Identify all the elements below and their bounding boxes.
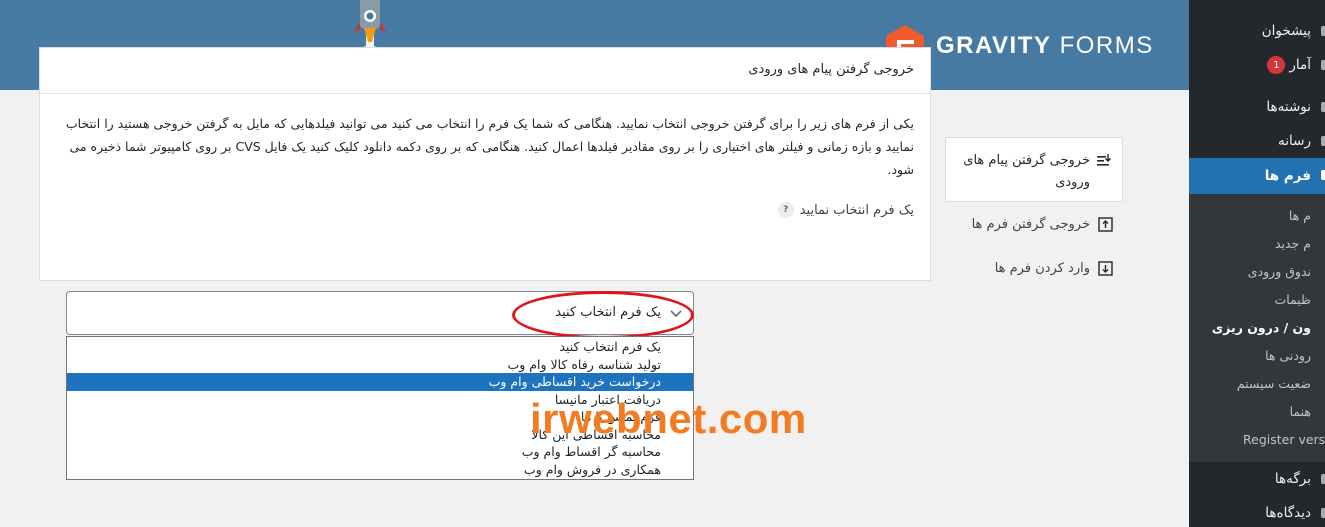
panel-title: خروجی گرفتن پیام های ورودی	[40, 48, 930, 94]
dropdown-option[interactable]: تولید شناسه رفاه کالا وام وب	[67, 356, 693, 374]
wp-menu-stats-label: آمار	[1289, 57, 1311, 73]
brand-light: FORMS	[1059, 32, 1154, 59]
import-forms-icon	[1098, 260, 1113, 276]
export-forms-icon	[1098, 216, 1113, 232]
wp-submenu-item[interactable]: م ها	[1189, 202, 1325, 230]
import-forms-label: وارد کردن فرم ها	[994, 260, 1090, 276]
side-nav-export-forms[interactable]: خروجی گرفتن فرم ها	[945, 202, 1123, 246]
side-nav-export-entries[interactable]: خروجی گرفتن پیام های ورودی	[945, 137, 1123, 202]
help-icon[interactable]: ?	[777, 202, 794, 218]
wp-menu-dashboard-label: پیشخوان	[1261, 23, 1311, 39]
wp-menu-comments[interactable]: دیدگاه‌ها	[1189, 496, 1325, 527]
chevron-down-icon	[670, 310, 682, 318]
wp-submenu-item[interactable]: رودنی ها	[1189, 342, 1325, 370]
media-icon	[1321, 136, 1325, 146]
form-select-label: یک فرم انتخاب نمایید	[799, 202, 914, 218]
dropdown-option[interactable]: محاسبه گر اقساط وام وب	[67, 443, 693, 461]
wp-menu-media-label: رسانه	[1278, 133, 1311, 149]
wp-submenu-item[interactable]: م جدید	[1189, 230, 1325, 258]
gravity-forms-wordmark: GRAVITY FORMS	[936, 32, 1154, 60]
pages-icon	[1321, 474, 1325, 484]
export-entries-icon	[1097, 154, 1111, 166]
dropdown-option[interactable]: همکاری در فروش وام وب	[67, 461, 693, 479]
wp-menu-comments-label: دیدگاه‌ها	[1265, 505, 1311, 521]
wp-menu-posts-label: نوشته‌ها	[1266, 99, 1311, 115]
export-forms-label: خروجی گرفتن فرم ها	[971, 216, 1090, 232]
wp-submenu-item-current[interactable]: ون / درون ریزی	[1189, 314, 1325, 342]
form-select[interactable]: یک فرم انتخاب کنید	[66, 291, 694, 335]
panel-description: یکی از فرم های زیر را برای گرفتن خروجی ا…	[65, 116, 914, 177]
wp-menu-media[interactable]: رسانه	[1189, 124, 1325, 158]
comments-icon	[1321, 508, 1325, 518]
wp-menu-stats[interactable]: آمار 1	[1189, 48, 1325, 82]
dropdown-option[interactable]: یک فرم انتخاب کنید	[67, 338, 693, 356]
wp-submenu-item[interactable]: ندوق ورودی	[1189, 258, 1325, 286]
side-nav-import-forms[interactable]: وارد کردن فرم ها	[945, 246, 1123, 290]
wp-submenu-item[interactable]: Register version	[1189, 426, 1325, 454]
dropdown-option-highlighted[interactable]: درخواست خرید اقساطی وام وب	[67, 373, 693, 391]
form-select-label-row: یک فرم انتخاب نمایید ?	[777, 202, 914, 218]
wp-menu-pages-label: برگه‌ها	[1274, 471, 1311, 487]
side-nav-active-label: خروجی گرفتن پیام های ورودی	[963, 153, 1090, 190]
update-count-badge: 1	[1267, 56, 1286, 74]
wp-submenu-item[interactable]: ضعیت سیستم	[1189, 370, 1325, 398]
export-entries-panel: خروجی گرفتن پیام های ورودی یکی از فرم ها…	[39, 47, 931, 281]
export-side-nav: خروجی گرفتن پیام های ورودی خروجی گرفتن ف…	[945, 137, 1123, 290]
wp-menu-posts[interactable]: نوشته‌ها	[1189, 90, 1325, 124]
wp-admin-menu: پیشخوان آمار 1 نوشته‌ها رسانه فرم ها م ه…	[1189, 0, 1325, 527]
wp-menu-forms[interactable]: فرم ها	[1189, 158, 1325, 194]
dashboard-icon	[1321, 26, 1325, 36]
wp-menu-forms-label: فرم ها	[1264, 168, 1311, 184]
wp-menu-pages[interactable]: برگه‌ها	[1189, 462, 1325, 496]
wp-submenu-item[interactable]: هنما	[1189, 398, 1325, 426]
brand-bold: GRAVITY	[936, 32, 1052, 59]
wp-forms-submenu: م ها م جدید ندوق ورودی ظیمات ون / درون ر…	[1189, 194, 1325, 462]
forms-icon	[1321, 170, 1325, 180]
wp-submenu-item[interactable]: ظیمات	[1189, 286, 1325, 314]
wp-menu-dashboard[interactable]: پیشخوان	[1189, 14, 1325, 48]
stats-icon	[1321, 60, 1325, 70]
form-select-value: یک فرم انتخاب کنید	[555, 305, 661, 320]
watermark-text: irwebnet.com	[530, 395, 807, 442]
posts-icon	[1321, 102, 1325, 112]
